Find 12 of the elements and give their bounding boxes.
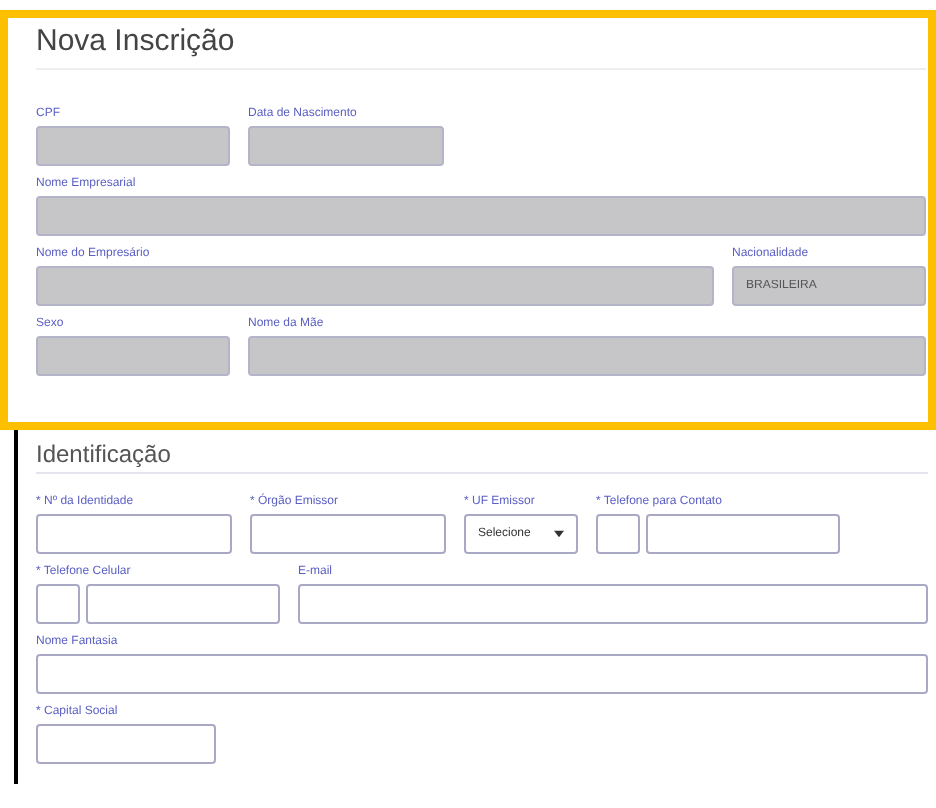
input-field[interactable] <box>36 724 216 764</box>
caret-icon <box>554 530 564 538</box>
input-field[interactable] <box>596 514 640 554</box>
input-field[interactable] <box>250 514 446 554</box>
input-field[interactable] <box>86 584 280 624</box>
input-field[interactable] <box>646 514 840 554</box>
section-title: Nova Inscrição <box>36 22 235 62</box>
input-field[interactable] <box>36 584 80 624</box>
input-field[interactable] <box>298 584 928 624</box>
section-title: Identificação <box>36 438 171 470</box>
input-field[interactable] <box>36 654 928 694</box>
input-field[interactable] <box>36 514 232 554</box>
